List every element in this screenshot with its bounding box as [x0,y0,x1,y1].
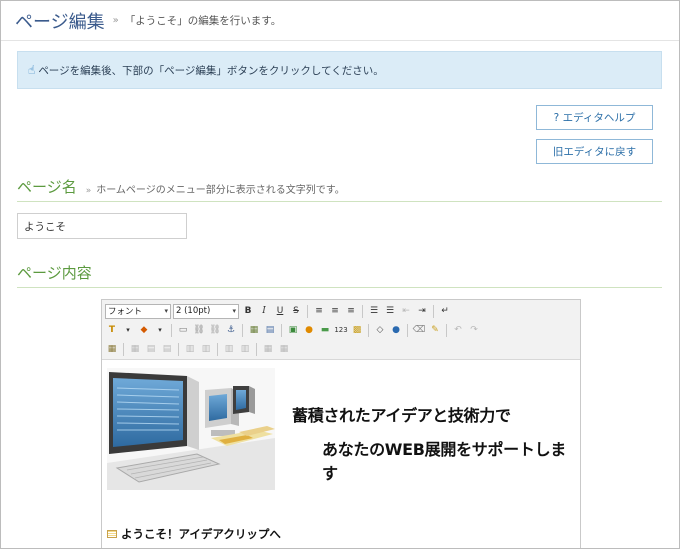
col-insert-icon[interactable]: ▥ [183,342,197,356]
toolbar-divider [178,342,179,356]
media-icon[interactable]: ● [302,323,316,337]
toolbar-divider [446,323,447,337]
slogan-line-1: 蓄積されたアイデアと技術力で [292,406,511,425]
font-select[interactable]: フォント ▾ [105,303,171,319]
heading-bullet-icon [107,530,117,538]
globe-icon[interactable]: ● [389,323,403,337]
unlink-icon[interactable]: ⛓ [208,323,222,337]
row-insert-icon[interactable]: ▤ [144,342,158,356]
page-header: ページ編集 » 「ようこそ」の編集を行います。 [1,1,679,41]
info-banner: ☝ ページを編集後、下部の「ページ編集」ボタンをクリックしてください。 [17,51,662,89]
page-title: ページ編集 [15,11,105,33]
old-editor-button[interactable]: 旧エディタに戻す [536,139,653,164]
redo-icon[interactable]: ↷ [467,323,481,337]
page-name-description: ホームページのメニュー部分に表示される文字列です。 [96,185,345,196]
line-break-icon[interactable]: ↵ [438,304,452,318]
toolbar-row-3: ▦ ▦ ▤ ▤ ▥ ▥ ▥ ▥ ▦ ▦ [105,341,291,357]
align-left-icon[interactable]: ≡ [312,304,326,318]
toolbar-divider [433,304,434,318]
breadcrumb-separator: » [112,15,119,26]
strikethrough-icon[interactable]: S [289,304,303,318]
anchor-icon[interactable]: ⚓ [224,323,238,337]
bg-color-icon[interactable]: ◆ [137,323,151,337]
font-select-value: フォント [108,307,143,317]
divider-icon[interactable]: ▬ [318,323,332,337]
outdent-icon[interactable]: ⇤ [399,304,413,318]
bold-icon[interactable]: B [241,304,255,318]
page-frame: ページ編集 » 「ようこそ」の編集を行います。 ☝ ページを編集後、下部の「ペー… [0,0,680,549]
hr-icon[interactable]: ▭ [176,323,190,337]
clean-icon[interactable]: ✎ [428,323,442,337]
counter-icon[interactable]: 123 [334,323,348,337]
table-props-icon[interactable]: ▦ [105,342,119,356]
page-name-input[interactable] [17,213,187,239]
toolbar-divider [242,323,243,337]
chevron-down-icon: ▾ [164,307,168,315]
toolbar-divider [368,323,369,337]
font-size-value: 2 (10pt) [176,306,211,316]
toolbar-divider [281,323,282,337]
toolbar-divider [171,323,172,337]
editor-help-button[interactable]: ? エディタヘルプ [536,105,653,130]
toolbar-divider [123,342,124,356]
font-size-select[interactable]: 2 (10pt) ▾ [173,303,239,319]
row-delete-icon[interactable]: ▤ [160,342,174,356]
page-name-heading: ページ名 [17,178,77,196]
eraser-icon[interactable]: ⌫ [412,323,426,337]
rich-text-editor: フォント ▾ 2 (10pt) ▾ B I U S ≡ ≡ ≡ ☰ ☰ ⇤ ⇥ … [101,299,581,548]
merge-icon[interactable]: ▥ [222,342,236,356]
gallery-icon[interactable]: ▩ [350,323,364,337]
split-icon[interactable]: ▥ [238,342,252,356]
info-text: ページを編集後、下部の「ページ編集」ボタンをクリックしてください。 [38,64,384,77]
toolbar-row-1: フォント ▾ 2 (10pt) ▾ B I U S ≡ ≡ ≡ ☰ ☰ ⇤ ⇥ … [105,303,452,319]
align-right-icon[interactable]: ≡ [344,304,358,318]
chevron-down-icon[interactable]: ▾ [121,323,135,337]
toolbar-row-2: T ▾ ◆ ▾ ▭ ⛓ ⛓ ⚓ ▦ ▤ ▣ ● ▬ 123 ▩ ◇ ● ⌫ ✎ … [105,322,481,338]
table-grid-icon[interactable]: ▦ [261,342,275,356]
editor-toolbar: フォント ▾ 2 (10pt) ▾ B I U S ≡ ≡ ≡ ☰ ☰ ⇤ ⇥ … [102,300,580,360]
numbered-list-icon[interactable]: ☰ [383,304,397,318]
cell-props-icon[interactable]: ▦ [128,342,142,356]
bullet-list-icon[interactable]: ☰ [367,304,381,318]
toolbar-divider [307,304,308,318]
italic-icon[interactable]: I [257,304,271,318]
welcome-heading-text: ようこそ！アイデアクリップへ [121,527,281,541]
table-delete-icon[interactable]: ▦ [277,342,291,356]
align-center-icon[interactable]: ≡ [328,304,342,318]
form-icon[interactable]: ▤ [263,323,277,337]
toolbar-divider [362,304,363,318]
page-content-section: ページ内容 [17,263,662,288]
computers-image [107,368,275,490]
link-icon[interactable]: ⛓ [192,323,206,337]
welcome-heading: ようこそ！アイデアクリップへ [107,526,281,542]
toolbar-divider [407,323,408,337]
page-content-heading: ページ内容 [17,264,92,282]
col-delete-icon[interactable]: ▥ [199,342,213,356]
image-icon[interactable]: ▣ [286,323,300,337]
slogan-line-2: あなたのWEB展開をサポートします [322,440,566,483]
editor-content[interactable]: 蓄積されたアイデアと技術力で あなたのWEB展開をサポートします ようこそ！アイ… [106,366,576,548]
text-color-icon[interactable]: T [105,323,119,337]
table-icon[interactable]: ▦ [247,323,261,337]
underline-icon[interactable]: U [273,304,287,318]
thumbs-up-icon: ☝ [28,63,36,77]
undo-icon[interactable]: ↶ [451,323,465,337]
section-separator: » [85,186,92,196]
chevron-down-icon: ▾ [232,307,236,315]
page-subtitle: 「ようこそ」の編集を行います。 [124,15,282,27]
toolbar-divider [217,342,218,356]
indent-icon[interactable]: ⇥ [415,304,429,318]
chevron-down-icon[interactable]: ▾ [153,323,167,337]
page-name-section: ページ名 » ホームページのメニュー部分に表示される文字列です。 [17,177,662,202]
source-icon[interactable]: ◇ [373,323,387,337]
toolbar-divider [256,342,257,356]
